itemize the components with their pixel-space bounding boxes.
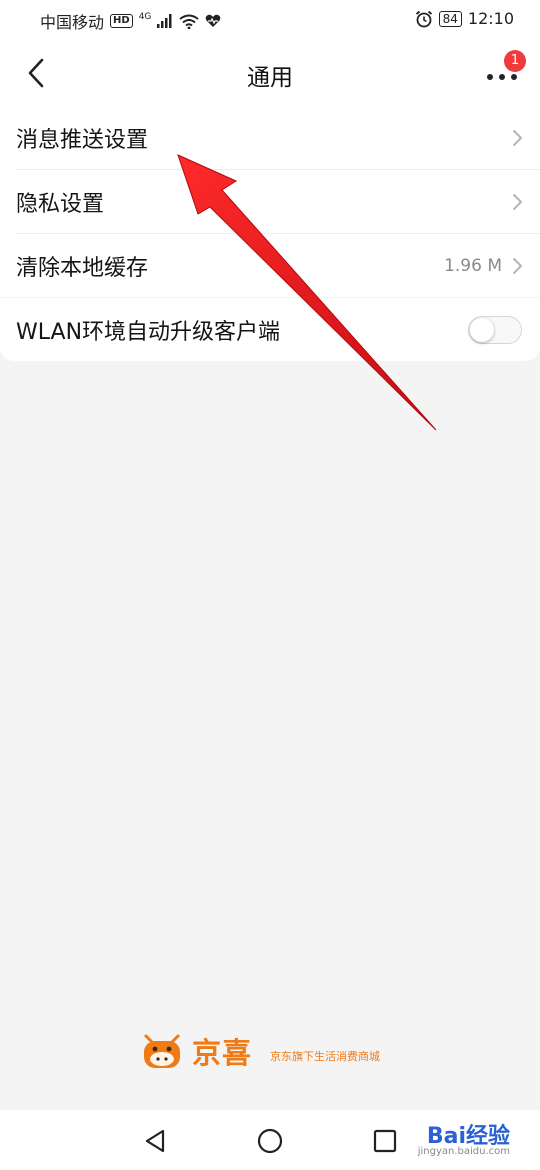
circle-home-icon xyxy=(257,1128,283,1154)
alarm-icon xyxy=(415,10,432,27)
signal-icon xyxy=(157,14,172,28)
wlan-auto-upgrade-item: WLAN环境自动升级客户端 xyxy=(0,298,540,361)
wifi-icon xyxy=(179,14,200,29)
watermark-url: jingyan.baidu.com xyxy=(417,1146,510,1157)
footer-brand: 京喜 京东旗下生活消费商城 xyxy=(140,1030,380,1072)
settings-list: 消息推送设置 隐私设置 清除本地缓存 1.96 M WLAN环境自动升级客户端 xyxy=(0,106,540,361)
top-nav-bar: 通用 1 xyxy=(0,40,540,106)
push-notification-settings-item[interactable]: 消息推送设置 xyxy=(0,106,540,169)
clear-cache-item[interactable]: 清除本地缓存 1.96 M xyxy=(0,234,540,297)
nav-home-button[interactable] xyxy=(255,1126,285,1156)
carrier-label: 中国移动 xyxy=(40,13,105,32)
cache-size-value: 1.96 M xyxy=(444,255,502,276)
clock-label: 12:10 xyxy=(467,9,514,28)
nav-recents-button[interactable] xyxy=(370,1126,400,1156)
square-recents-icon xyxy=(373,1129,397,1153)
health-heart-icon xyxy=(206,14,221,27)
status-bar: 中国移动 HD 4G 84 12:10 xyxy=(0,0,540,40)
privacy-settings-label: 隐私设置 xyxy=(16,191,105,217)
triangle-back-icon xyxy=(145,1129,165,1153)
chevron-right-icon xyxy=(513,129,522,146)
network-type-label: 4G xyxy=(138,12,152,22)
notification-badge: 1 xyxy=(504,50,526,72)
hd-icon: HD xyxy=(110,14,133,28)
toggle-knob xyxy=(470,317,494,342)
chevron-right-icon xyxy=(513,257,522,274)
push-notification-settings-label: 消息推送设置 xyxy=(16,127,149,153)
nav-back-button[interactable] xyxy=(140,1126,170,1156)
brand-name: 京喜 xyxy=(192,1036,253,1070)
clear-cache-label: 清除本地缓存 xyxy=(16,255,149,281)
chevron-right-icon xyxy=(513,193,522,210)
brand-slogan: 京东旗下生活消费商城 xyxy=(270,1050,381,1063)
wlan-auto-upgrade-label: WLAN环境自动升级客户端 xyxy=(16,319,281,345)
page-title: 通用 xyxy=(247,65,293,91)
privacy-settings-item[interactable]: 隐私设置 xyxy=(0,170,540,233)
wlan-auto-upgrade-toggle[interactable] xyxy=(468,315,522,344)
jingxi-cow-logo-icon xyxy=(144,1034,180,1068)
battery-icon: 84 xyxy=(438,10,462,27)
